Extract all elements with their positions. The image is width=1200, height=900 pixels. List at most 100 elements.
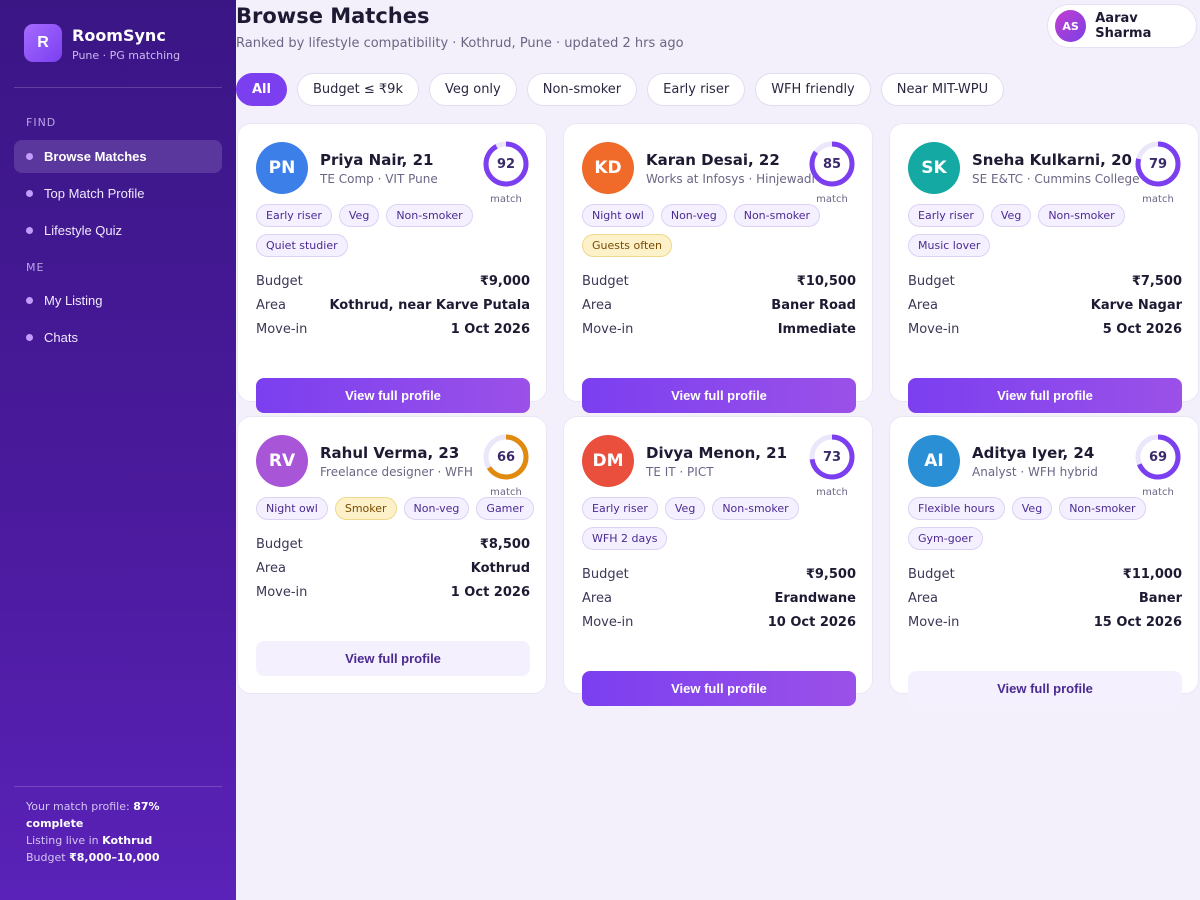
lifestyle-tag: Veg [1011,497,1053,520]
lifestyle-tag: Flexible hours [908,497,1005,520]
move-in-label: Move-in [908,614,960,630]
listing-area: Kothrud [102,834,153,847]
filter-chip[interactable]: Veg only [428,73,517,106]
match-details: Budget ₹8,500 Area Kothrud Move-in 1 Oct 20… [256,532,530,604]
budget-label: Budget [908,273,955,289]
sidebar-divider [14,87,222,88]
view-profile-button[interactable]: View full profile [908,378,1182,413]
match-score: 85 match [808,140,856,205]
match-details: Budget ₹7,500 Area Karve Nagar Move-in 5 Oc… [908,269,1182,341]
area-value: Erandwane [774,590,856,606]
match-card: AI Aditya Iyer, 24 Analyst · WFH hybrid … [889,416,1199,706]
brand[interactable]: R RoomSync Pune · PG matching [24,24,180,62]
match-score: 73 match [808,433,856,498]
lifestyle-tags: Early riser Veg Non-smoker WFH 2 days [582,497,862,550]
view-profile-button[interactable]: View full profile [256,641,530,676]
budget-value: ₹9,500 [805,566,856,582]
brand-logo: R [24,24,62,62]
view-profile-button[interactable]: View full profile [256,378,530,413]
page-title: Browse Matches [236,4,430,28]
filter-chip[interactable]: All [236,73,287,106]
area-value: Kothrud [470,560,530,576]
avatar: KD [582,142,634,194]
match-name: Sneha Kulkarni, 20 [972,150,1132,169]
match-name: Rahul Verma, 23 [320,443,460,462]
nav-lifestyle-quiz[interactable]: Lifestyle Quiz [14,214,222,247]
match-card: SK Sneha Kulkarni, 20 SE E&TC · Cummins … [889,123,1199,413]
match-score-value: 66 [496,449,516,465]
match-card: PN Priya Nair, 21 TE Comp · VIT Pune 92 … [237,123,547,413]
match-name: Priya Nair, 21 [320,150,434,169]
match-occupation: SE E&TC · Cummins College [972,171,1140,186]
view-profile-button[interactable]: View full profile [582,671,856,706]
match-details: Budget ₹11,000 Area Baner Move-in 15 Oct 20… [908,562,1182,634]
lifestyle-tag: Night owl [256,497,328,520]
budget-label: Budget [582,566,629,582]
move-in-value: 15 Oct 2026 [1093,614,1182,630]
nav-dot-icon [26,153,33,160]
match-details: Budget ₹9,000 Area Kothrud, near Karve Put… [256,269,530,341]
area-label: Area [256,297,286,313]
avatar: RV [256,435,308,487]
lifestyle-tag: Quiet studier [256,234,348,257]
budget-label: Budget [908,566,955,582]
nav-dot-icon [26,297,33,304]
nav-label: Chats [44,330,78,345]
lifestyle-tag: WFH 2 days [582,527,668,550]
filter-chip[interactable]: Non-smoker [526,73,638,106]
lifestyle-tags: Early riser Veg Non-smoker Music lover [908,204,1188,257]
budget-value: ₹9,000 [479,273,530,289]
lifestyle-tags: Night owl Smoker Non-veg Gamer [256,497,536,520]
budget-value: ₹10,500 [796,273,856,289]
sidebar-footer: Your match profile: 87% complete Listing… [26,798,216,866]
move-in-label: Move-in [582,614,634,630]
brand-tagline: Pune · PG matching [72,49,181,62]
budget-label: Budget [26,851,66,864]
nav-dot-icon [26,190,33,197]
match-score-value: 79 [1148,156,1168,172]
area-label: Area [908,297,938,313]
filter-chip[interactable]: Near MIT-WPU [880,73,1005,106]
budget-value: ₹11,000 [1122,566,1182,582]
lifestyle-tag: Veg [664,497,706,520]
lifestyle-tags: Night owl Non-veg Non-smoker Guests often [582,204,862,257]
lifestyle-tag: Early riser [582,497,658,520]
budget-label: Budget [256,273,303,289]
lifestyle-tag: Gamer [476,497,534,520]
match-card: DM Divya Menon, 21 TE IT · PICT 73 match… [563,416,873,706]
move-in-value: 1 Oct 2026 [450,584,530,600]
area-value: Baner [1138,590,1182,606]
budget-value: ₹8,500 [479,536,530,552]
move-in-label: Move-in [908,321,960,337]
user-menu[interactable]: AS Aarav Sharma [1047,4,1197,48]
nav-chats[interactable]: Chats [14,321,222,354]
filter-chip[interactable]: Early riser [647,73,746,106]
lifestyle-tag: Guests often [582,234,672,257]
lifestyle-tag: Non-veg [403,497,470,520]
lifestyle-tags: Early riser Veg Non-smoker Quiet studier [256,204,536,257]
nav-browse-matches[interactable]: Browse Matches [14,140,222,173]
lifestyle-tag: Veg [338,204,380,227]
lifestyle-tag: Non-veg [660,204,727,227]
nav-top-match-profile[interactable]: Top Match Profile [14,177,222,210]
view-profile-button[interactable]: View full profile [908,671,1182,706]
nav-my-listing[interactable]: My Listing [14,284,222,317]
match-score: 69 match [1134,433,1182,498]
view-profile-button[interactable]: View full profile [582,378,856,413]
sidebar: R RoomSync Pune · PG matching FIND Brows… [0,0,236,900]
move-in-value: 1 Oct 2026 [450,321,530,337]
lifestyle-tag: Non-smoker [386,204,473,227]
sidebar-divider [14,786,222,787]
match-score-value: 73 [822,449,842,465]
match-card: KD Karan Desai, 22 Works at Infosys · Hi… [563,123,873,413]
area-label: Area [582,297,612,313]
match-score-value: 92 [496,156,516,172]
avatar: DM [582,435,634,487]
lifestyle-tag: Non-smoker [1059,497,1146,520]
area-label: Area [256,560,286,576]
nav-label: Top Match Profile [44,186,145,201]
filter-chip[interactable]: Budget ≤ ₹9k [296,73,419,106]
budget-label: Budget [582,273,629,289]
filter-chip[interactable]: WFH friendly [755,73,871,106]
avatar: AS [1055,10,1087,42]
